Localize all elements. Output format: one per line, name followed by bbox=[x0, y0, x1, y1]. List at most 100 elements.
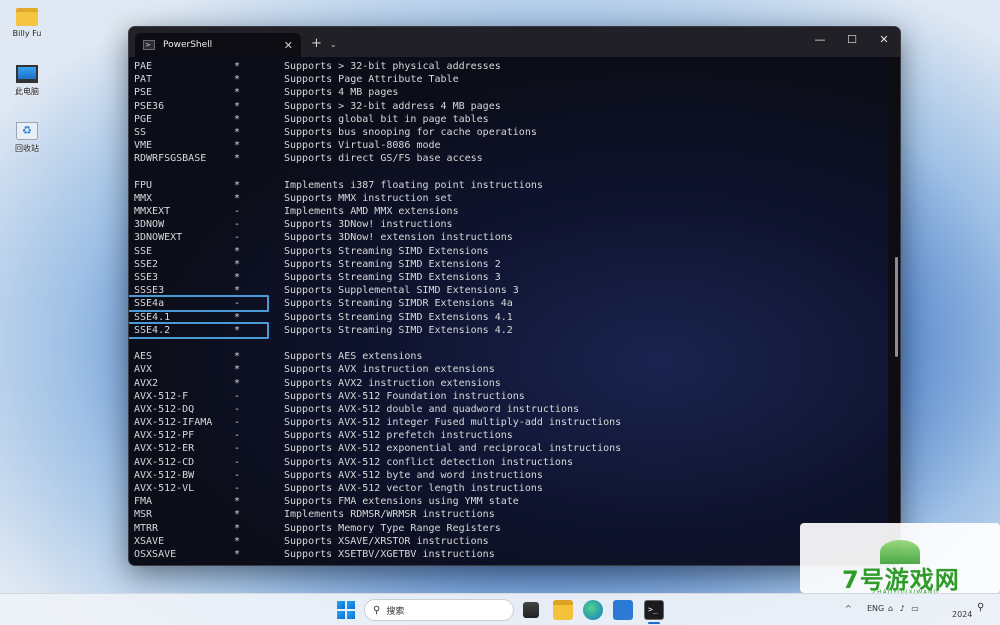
terminal-output[interactable]: PAE * Supports > 32-bit physical addresses… bbox=[129, 57, 888, 565]
feature-row: AVX-512-PF - Supports AVX-512 prefetch ins… bbox=[134, 429, 888, 442]
feature-row: PGE * Supports global bit in page tables bbox=[134, 113, 888, 126]
folder-icon bbox=[16, 8, 38, 26]
feature-row: PSE * Supports 4 MB pages bbox=[134, 86, 888, 99]
feature-flag: * bbox=[234, 74, 241, 86]
feature-row: SSE4.1 * Supports Streaming SIMD Extension… bbox=[134, 311, 888, 324]
feature-flag: * bbox=[234, 272, 241, 283]
feature-description: Supports AVX2 instruction extensions bbox=[284, 377, 501, 389]
feature-row: AVX-512-F - Supports AVX-512 Foundation in… bbox=[134, 390, 888, 403]
tab-powershell[interactable]: > PowerShell ✕ bbox=[135, 33, 301, 57]
feature-description: Implements i387 floating point instructi… bbox=[284, 179, 543, 191]
feature-name: SSE2 bbox=[134, 258, 159, 270]
clock-date[interactable]: 2024 bbox=[952, 610, 972, 619]
feature-description: Supports Streaming SIMDR Extensions 4a bbox=[284, 298, 513, 310]
feature-name: SSE3 bbox=[134, 272, 159, 283]
feature-name: 3DNOWEXT bbox=[134, 232, 183, 244]
feature-name: SSE4.2 bbox=[134, 324, 171, 336]
tab-close-button[interactable]: ✕ bbox=[284, 39, 293, 52]
edge-icon[interactable] bbox=[583, 600, 603, 620]
minimize-button[interactable]: — bbox=[804, 27, 836, 57]
feature-name: AVX-512-DQ bbox=[134, 403, 195, 415]
notification-icon[interactable]: ⚲ bbox=[977, 602, 984, 613]
feature-flag: * bbox=[234, 509, 241, 521]
feature-flag: - bbox=[234, 417, 241, 429]
desktop-icon-label: Billy Fu bbox=[12, 29, 42, 38]
feature-description: Supports 4 MB pages bbox=[284, 87, 399, 99]
feature-group-extensions: AES * Supports AES extensions AVX * Supports … bbox=[134, 350, 888, 561]
start-button[interactable] bbox=[337, 601, 355, 619]
feature-row: MMXEXT - Implements AMD MMX extensions bbox=[134, 205, 888, 218]
feature-flag: * bbox=[234, 351, 241, 363]
feature-description: Supports MMX instruction set bbox=[284, 192, 453, 204]
task-view-icon[interactable] bbox=[523, 602, 539, 618]
feature-row: OSXSAVE * Supports XSETBV/XGETBV instructi… bbox=[134, 548, 888, 561]
windows-logo-icon bbox=[337, 601, 345, 609]
feature-row: AVX-512-CD - Supports AVX-512 conflict det… bbox=[134, 456, 888, 469]
desktop-icon-recycle-bin[interactable]: ♻ 回收站 bbox=[6, 122, 48, 154]
feature-name: AVX-512-PF bbox=[134, 430, 195, 442]
search-box[interactable]: ⚲ 搜索 bbox=[364, 599, 514, 621]
input-language[interactable]: ENG bbox=[867, 604, 884, 613]
feature-description: Supports Memory Type Range Registers bbox=[284, 522, 501, 534]
feature-row: SSE3 * Supports Streaming SIMD Extensions … bbox=[134, 271, 888, 284]
feature-description: Supports Streaming SIMD Extensions 2 bbox=[284, 258, 501, 270]
feature-description: Implements AMD MMX extensions bbox=[284, 206, 459, 218]
chevron-down-icon[interactable]: ⌄ bbox=[330, 40, 337, 49]
feature-flag: * bbox=[234, 496, 241, 508]
file-explorer-icon[interactable] bbox=[553, 600, 573, 620]
feature-description: Supports XSAVE/XRSTOR instructions bbox=[284, 535, 489, 547]
feature-description: Supports > 32-bit address 4 MB pages bbox=[284, 100, 501, 112]
feature-flag: * bbox=[234, 113, 241, 125]
feature-row: PSE36 * Supports > 32-bit address 4 MB pag… bbox=[134, 100, 888, 113]
terminal-icon[interactable] bbox=[644, 600, 664, 620]
feature-name: PAE bbox=[134, 61, 153, 72]
feature-row: 3DNOW - Supports 3DNow! instructions bbox=[134, 218, 888, 231]
feature-flag: * bbox=[234, 61, 241, 72]
feature-name: AVX-512-F bbox=[134, 390, 189, 402]
feature-name: AES bbox=[134, 351, 153, 363]
tray-status-icons[interactable]: ⌂ ♪ ▭ bbox=[888, 604, 921, 613]
feature-row: AVX-512-DQ - Supports AVX-512 double and q… bbox=[134, 403, 888, 416]
feature-description: Supports 3DNow! extension instructions bbox=[284, 232, 513, 244]
maximize-button[interactable]: ☐ bbox=[836, 27, 868, 57]
feature-description: Supports Streaming SIMD Extensions bbox=[284, 245, 489, 257]
feature-row: AVX-512-BW - Supports AVX-512 byte and wor… bbox=[134, 469, 888, 482]
new-tab-button[interactable]: + bbox=[311, 36, 322, 51]
feature-flag: * bbox=[234, 285, 241, 297]
title-bar[interactable]: > PowerShell ✕ + ⌄ — ☐ ✕ bbox=[129, 27, 900, 57]
feature-name: MMX bbox=[134, 192, 153, 204]
feature-row: SS * Supports bus snooping for cache opera… bbox=[134, 126, 888, 139]
feature-name: VME bbox=[134, 140, 153, 152]
feature-flag: - bbox=[234, 443, 241, 455]
feature-name: PGE bbox=[134, 113, 153, 125]
tab-title: PowerShell bbox=[163, 40, 213, 50]
feature-description: Supports AVX-512 byte and word instructi… bbox=[284, 469, 543, 481]
desktop-icon-this-pc[interactable]: 此电脑 bbox=[6, 65, 48, 97]
feature-name: SSE bbox=[134, 245, 153, 257]
feature-row: SSE4a - Supports Streaming SIMDR Extension… bbox=[129, 295, 888, 313]
tray-chevron-icon[interactable]: ^ bbox=[845, 604, 852, 613]
feature-name: SSSE3 bbox=[134, 285, 165, 297]
feature-name: OSXSAVE bbox=[134, 548, 177, 560]
feature-flag: * bbox=[234, 192, 241, 204]
store-icon[interactable] bbox=[613, 600, 633, 620]
feature-description: Supports XSETBV/XGETBV instructions bbox=[284, 548, 495, 560]
feature-name: FMA bbox=[134, 496, 153, 508]
feature-flag: * bbox=[234, 126, 241, 138]
feature-name: PSE bbox=[134, 87, 153, 99]
feature-row: FMA * Supports FMA extensions using YMM st… bbox=[134, 495, 888, 508]
feature-description: Implements RDMSR/WRMSR instructions bbox=[284, 509, 495, 521]
feature-name: MMXEXT bbox=[134, 206, 171, 218]
scrollbar-thumb[interactable] bbox=[895, 257, 898, 357]
feature-name: SS bbox=[134, 126, 147, 138]
desktop-icon-user-folder[interactable]: Billy Fu bbox=[6, 8, 48, 38]
feature-row: SSSE3 * Supports Supplemental SIMD Extensi… bbox=[134, 284, 888, 297]
taskbar: ⚲ 搜索 ^ ENG ⌂ ♪ ▭ 2024 ⚲ bbox=[0, 593, 1000, 625]
recycle-bin-icon: ♻ bbox=[16, 122, 38, 140]
feature-description: Supports AVX-512 vector length instructi… bbox=[284, 483, 543, 494]
feature-row: VME * Supports Virtual-8086 mode bbox=[134, 139, 888, 152]
close-button[interactable]: ✕ bbox=[868, 27, 900, 57]
feature-row: AVX-512-VL - Supports AVX-512 vector lengt… bbox=[134, 482, 888, 495]
feature-row: AES * Supports AES extensions bbox=[134, 350, 888, 363]
feature-flag: * bbox=[234, 87, 241, 99]
